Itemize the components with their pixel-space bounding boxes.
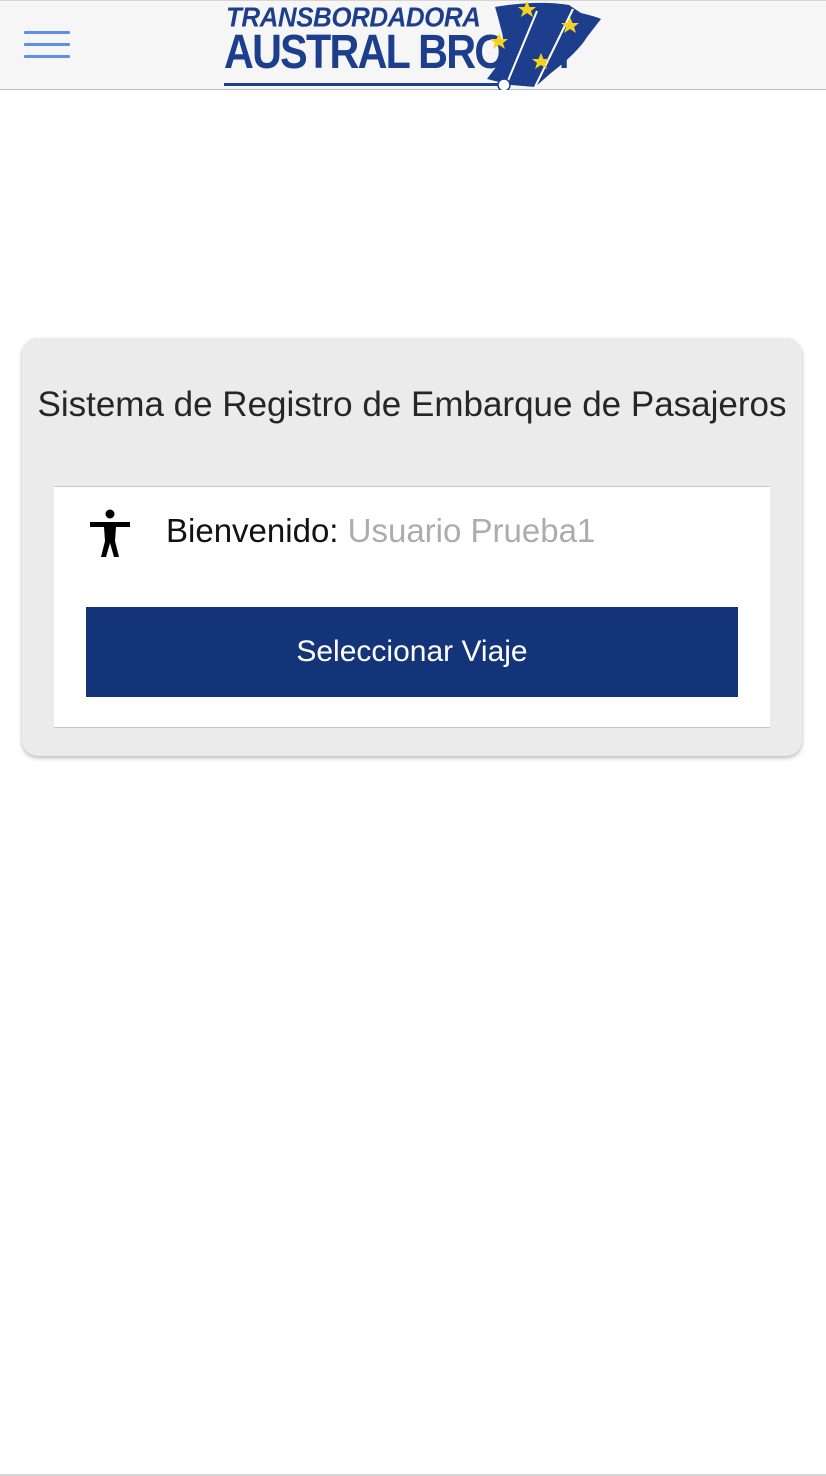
menu-bar [24,55,70,58]
card-title: Sistema de Registro de Embarque de Pasaj… [37,385,787,424]
select-trip-button[interactable]: Seleccionar Viaje [86,607,738,697]
flag-stars-icon [487,1,601,90]
menu-bar [24,31,70,34]
menu-button[interactable] [22,29,72,61]
boarding-card: Sistema de Registro de Embarque de Pasaj… [22,338,802,756]
logo-underline [224,83,506,86]
card-body: Bienvenido: Usuario Prueba1 Seleccionar … [54,486,770,728]
welcome-message: Bienvenido: Usuario Prueba1 [166,511,595,551]
user-name: Usuario Prueba1 [347,512,596,549]
page: TRANSBORDADORA AUSTRAL BROOM Sistema de … [0,0,826,1476]
welcome-label: Bienvenido: [166,512,339,549]
person-icon [90,509,130,557]
company-logo: TRANSBORDADORA AUSTRAL BROOM [222,1,602,90]
menu-bar [24,43,70,46]
app-header: TRANSBORDADORA AUSTRAL BROOM [0,1,826,90]
